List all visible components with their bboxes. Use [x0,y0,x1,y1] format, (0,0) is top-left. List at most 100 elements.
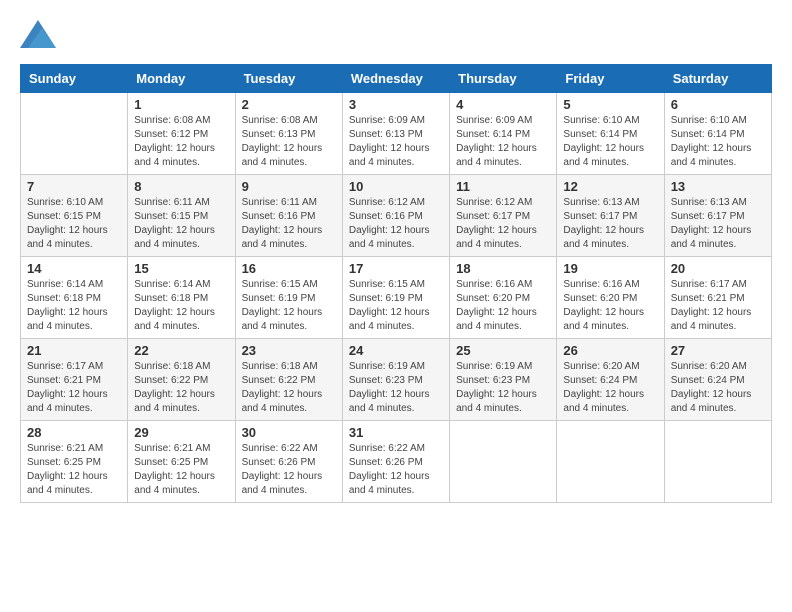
logo-icon [20,20,56,48]
day-info: Sunrise: 6:13 AMSunset: 6:17 PMDaylight:… [563,196,657,252]
calendar-cell: 26 Sunrise: 6:20 AMSunset: 6:24 PMDayligh… [557,339,664,421]
calendar-table: SundayMondayTuesdayWednesdayThursdayFrid… [20,64,772,503]
day-info: Sunrise: 6:19 AMSunset: 6:23 PMDaylight:… [456,360,550,416]
header-saturday: Saturday [664,65,771,93]
calendar-cell: 4 Sunrise: 6:09 AMSunset: 6:14 PMDaylight… [450,93,557,175]
calendar-cell: 30 Sunrise: 6:22 AMSunset: 6:26 PMDayligh… [235,421,342,503]
day-info: Sunrise: 6:12 AMSunset: 6:16 PMDaylight:… [349,196,443,252]
calendar-cell: 27 Sunrise: 6:20 AMSunset: 6:24 PMDayligh… [664,339,771,421]
calendar-cell: 7 Sunrise: 6:10 AMSunset: 6:15 PMDaylight… [21,175,128,257]
day-info: Sunrise: 6:09 AMSunset: 6:13 PMDaylight:… [349,114,443,170]
calendar-cell [450,421,557,503]
day-info: Sunrise: 6:12 AMSunset: 6:17 PMDaylight:… [456,196,550,252]
day-number: 14 [27,261,121,276]
day-number: 16 [242,261,336,276]
header-wednesday: Wednesday [342,65,449,93]
calendar-cell: 9 Sunrise: 6:11 AMSunset: 6:16 PMDaylight… [235,175,342,257]
day-info: Sunrise: 6:10 AMSunset: 6:14 PMDaylight:… [563,114,657,170]
day-number: 18 [456,261,550,276]
day-number: 22 [134,343,228,358]
day-info: Sunrise: 6:10 AMSunset: 6:15 PMDaylight:… [27,196,121,252]
day-number: 26 [563,343,657,358]
day-number: 2 [242,97,336,112]
calendar-cell: 1 Sunrise: 6:08 AMSunset: 6:12 PMDaylight… [128,93,235,175]
calendar-cell: 18 Sunrise: 6:16 AMSunset: 6:20 PMDayligh… [450,257,557,339]
day-number: 31 [349,425,443,440]
day-info: Sunrise: 6:11 AMSunset: 6:15 PMDaylight:… [134,196,228,252]
calendar-cell: 8 Sunrise: 6:11 AMSunset: 6:15 PMDaylight… [128,175,235,257]
day-number: 28 [27,425,121,440]
day-number: 12 [563,179,657,194]
header-tuesday: Tuesday [235,65,342,93]
calendar-cell: 12 Sunrise: 6:13 AMSunset: 6:17 PMDayligh… [557,175,664,257]
day-number: 30 [242,425,336,440]
day-number: 13 [671,179,765,194]
day-info: Sunrise: 6:08 AMSunset: 6:13 PMDaylight:… [242,114,336,170]
day-number: 3 [349,97,443,112]
day-info: Sunrise: 6:17 AMSunset: 6:21 PMDaylight:… [671,278,765,334]
day-number: 5 [563,97,657,112]
calendar-cell: 23 Sunrise: 6:18 AMSunset: 6:22 PMDayligh… [235,339,342,421]
day-info: Sunrise: 6:10 AMSunset: 6:14 PMDaylight:… [671,114,765,170]
day-info: Sunrise: 6:20 AMSunset: 6:24 PMDaylight:… [671,360,765,416]
calendar-week-row: 1 Sunrise: 6:08 AMSunset: 6:12 PMDaylight… [21,93,772,175]
header-thursday: Thursday [450,65,557,93]
calendar-cell: 17Sunrise: 6:15 AMSunset: 6:19 PMDayligh… [342,257,449,339]
day-number: 10 [349,179,443,194]
calendar-cell: 14 Sunrise: 6:14 AMSunset: 6:18 PMDayligh… [21,257,128,339]
day-info: Sunrise: 6:16 AMSunset: 6:20 PMDaylight:… [563,278,657,334]
logo [20,20,60,48]
calendar-week-row: 7 Sunrise: 6:10 AMSunset: 6:15 PMDaylight… [21,175,772,257]
day-info: Sunrise: 6:19 AMSunset: 6:23 PMDaylight:… [349,360,443,416]
calendar-cell [21,93,128,175]
calendar-cell [557,421,664,503]
day-info: Sunrise: 6:09 AMSunset: 6:14 PMDaylight:… [456,114,550,170]
day-number: 15 [134,261,228,276]
calendar-cell: 10 Sunrise: 6:12 AMSunset: 6:16 PMDayligh… [342,175,449,257]
day-info: Sunrise: 6:15 AMSunset: 6:19 PMDaylight:… [242,278,336,334]
calendar-cell: 6 Sunrise: 6:10 AMSunset: 6:14 PMDaylight… [664,93,771,175]
header-monday: Monday [128,65,235,93]
calendar-cell: 24 Sunrise: 6:19 AMSunset: 6:23 PMDayligh… [342,339,449,421]
day-number: 4 [456,97,550,112]
calendar-header-row: SundayMondayTuesdayWednesdayThursdayFrid… [21,65,772,93]
day-number: 6 [671,97,765,112]
calendar-cell: 31Sunrise: 6:22 AMSunset: 6:26 PMDayligh… [342,421,449,503]
day-number: 20 [671,261,765,276]
day-info: Sunrise: 6:17 AMSunset: 6:21 PMDaylight:… [27,360,121,416]
day-info: Sunrise: 6:20 AMSunset: 6:24 PMDaylight:… [563,360,657,416]
calendar-cell: 13 Sunrise: 6:13 AMSunset: 6:17 PMDayligh… [664,175,771,257]
calendar-cell [664,421,771,503]
day-info: Sunrise: 6:14 AMSunset: 6:18 PMDaylight:… [27,278,121,334]
calendar-cell: 11Sunrise: 6:12 AMSunset: 6:17 PMDayligh… [450,175,557,257]
day-info: Sunrise: 6:21 AMSunset: 6:25 PMDaylight:… [134,442,228,498]
day-number: 27 [671,343,765,358]
day-info: Sunrise: 6:21 AMSunset: 6:25 PMDaylight:… [27,442,121,498]
day-number: 29 [134,425,228,440]
calendar-cell: 20 Sunrise: 6:17 AMSunset: 6:21 PMDayligh… [664,257,771,339]
day-info: Sunrise: 6:22 AMSunset: 6:26 PMDaylight:… [242,442,336,498]
header-sunday: Sunday [21,65,128,93]
calendar-cell: 19Sunrise: 6:16 AMSunset: 6:20 PMDayligh… [557,257,664,339]
day-number: 23 [242,343,336,358]
calendar-week-row: 14 Sunrise: 6:14 AMSunset: 6:18 PMDayligh… [21,257,772,339]
calendar-cell: 3 Sunrise: 6:09 AMSunset: 6:13 PMDaylight… [342,93,449,175]
day-info: Sunrise: 6:08 AMSunset: 6:12 PMDaylight:… [134,114,228,170]
day-number: 9 [242,179,336,194]
day-number: 8 [134,179,228,194]
day-number: 24 [349,343,443,358]
calendar-cell: 5 Sunrise: 6:10 AMSunset: 6:14 PMDaylight… [557,93,664,175]
day-info: Sunrise: 6:18 AMSunset: 6:22 PMDaylight:… [134,360,228,416]
day-number: 1 [134,97,228,112]
day-info: Sunrise: 6:15 AMSunset: 6:19 PMDaylight:… [349,278,443,334]
calendar-cell: 22 Sunrise: 6:18 AMSunset: 6:22 PMDayligh… [128,339,235,421]
day-info: Sunrise: 6:16 AMSunset: 6:20 PMDaylight:… [456,278,550,334]
calendar-cell: 2 Sunrise: 6:08 AMSunset: 6:13 PMDaylight… [235,93,342,175]
day-info: Sunrise: 6:11 AMSunset: 6:16 PMDaylight:… [242,196,336,252]
header-friday: Friday [557,65,664,93]
day-info: Sunrise: 6:18 AMSunset: 6:22 PMDaylight:… [242,360,336,416]
day-number: 7 [27,179,121,194]
calendar-week-row: 28 Sunrise: 6:21 AMSunset: 6:25 PMDayligh… [21,421,772,503]
day-info: Sunrise: 6:13 AMSunset: 6:17 PMDaylight:… [671,196,765,252]
calendar-cell: 15Sunrise: 6:14 AMSunset: 6:18 PMDayligh… [128,257,235,339]
